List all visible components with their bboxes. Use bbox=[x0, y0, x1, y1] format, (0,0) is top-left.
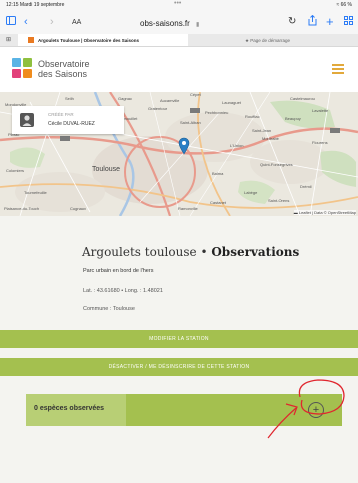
station-description: Parc urbain en bord de l'hers bbox=[83, 268, 154, 274]
edit-station-button[interactable]: MODIFIER LA STATION bbox=[0, 330, 358, 348]
map-label-seilh: Seilh bbox=[65, 96, 74, 101]
map-label-plaisance: Plaisance-du-Touch bbox=[4, 206, 39, 211]
tab-bar: ⊞ Argoulets Toulouse | Observatoire des … bbox=[0, 34, 358, 47]
map-label-gagnac: Gagnac bbox=[118, 96, 132, 101]
map-label-saint-jean: Saint-Jean bbox=[252, 128, 271, 133]
add-species-button[interactable]: + bbox=[308, 402, 324, 418]
map-label-castelmaurou: Castelmaurou bbox=[290, 96, 315, 101]
title-suffix: Observations bbox=[211, 245, 300, 259]
logo-line2: des Saisons bbox=[38, 69, 88, 79]
map-label-pechbonnieu: Pechbonnieu bbox=[205, 110, 228, 115]
map-label-cepet: Cépet bbox=[190, 92, 202, 97]
map-label-rouffiac: Rouffiac bbox=[245, 114, 260, 119]
map-label-castanet: Castanet bbox=[210, 200, 227, 205]
page-title: Argoulets toulouse • Observations bbox=[82, 245, 299, 259]
map-label-balma: Balma bbox=[212, 171, 224, 176]
logo-line1: Observatoire bbox=[38, 59, 90, 69]
map-label-toulouse: Toulouse bbox=[92, 166, 120, 173]
map-label-flourens: Flourens bbox=[312, 140, 328, 145]
map-label-labege: Labège bbox=[244, 190, 258, 195]
station-commune: Commune : Toulouse bbox=[83, 306, 135, 312]
hamburger-menu-icon[interactable] bbox=[332, 64, 344, 76]
map-label-lavalette: Lavalette bbox=[312, 108, 329, 113]
map-label-beaupuy: Beaupuy bbox=[285, 116, 301, 121]
species-panel: 0 espèces observées + bbox=[26, 394, 342, 426]
map-label-quint: Quint-Fonsegrives bbox=[260, 162, 293, 167]
new-tab-icon[interactable]: + bbox=[326, 15, 334, 29]
map-label-ramonville: Ramonville bbox=[178, 206, 199, 211]
map-label-lunion: L'Union bbox=[230, 143, 243, 148]
battery-indicator: ≈ 66 % bbox=[336, 2, 352, 8]
creator-name: Cécile DUVAL-RUEZ bbox=[48, 121, 95, 127]
deactivate-station-button[interactable]: DÉSACTIVER / ME DÉSINSCRIRE DE CETTE STA… bbox=[0, 358, 358, 376]
sidebar-icon[interactable] bbox=[6, 15, 16, 29]
user-avatar-icon bbox=[20, 113, 34, 127]
tab-overview-icon[interactable] bbox=[344, 15, 353, 29]
map-label-launaguet: Launaguet bbox=[222, 100, 242, 105]
station-coordinates: Lat. : 43.61680 • Long. : 1.48021 bbox=[83, 288, 163, 294]
map-label-montrabe: Montrabé bbox=[262, 136, 280, 141]
site-favicon-icon bbox=[28, 37, 34, 43]
tab-title: Argoulets Toulouse | Observatoire des Sa… bbox=[38, 37, 139, 43]
back-icon[interactable]: ‹ bbox=[24, 15, 28, 29]
tab-group-icon[interactable]: ⊞ bbox=[6, 36, 11, 43]
status-time: 12:15 Mardi 19 septembre bbox=[6, 2, 65, 8]
species-count-box: 0 espèces observées bbox=[26, 394, 126, 426]
station-name: Argoulets toulouse bbox=[82, 245, 197, 259]
map-label-saint-alban: Saint-Alban bbox=[180, 120, 201, 125]
tab-start-page[interactable]: ★ Page de démarrage bbox=[245, 38, 290, 44]
map-label-aucamville: Aucamville bbox=[160, 98, 180, 103]
status-dots: ••• bbox=[174, 0, 182, 7]
tab-argoulets[interactable]: Argoulets Toulouse | Observatoire des Sa… bbox=[18, 34, 188, 46]
site-logo-icon[interactable] bbox=[12, 58, 32, 78]
station-marker-icon[interactable] bbox=[178, 137, 190, 155]
status-bar: 12:15 Mardi 19 septembre ••• ≈ 66 % bbox=[0, 0, 358, 12]
reload-icon[interactable]: ↻ bbox=[288, 15, 296, 29]
map-label-saint-orens: Saint-Orens bbox=[268, 198, 289, 203]
address-bar[interactable]: obs-saisons.fr bbox=[140, 19, 190, 28]
map-label-cugnaux: Cugnaux bbox=[70, 206, 86, 211]
creator-label: CRÉÉE PAR bbox=[48, 112, 74, 117]
map-label-dremil: Drémil bbox=[300, 184, 312, 189]
forward-icon[interactable]: › bbox=[50, 15, 54, 29]
map-attribution[interactable]: ▬ Leaflet | Data © OpenStreetMap bbox=[293, 210, 356, 215]
title-separator: • bbox=[200, 245, 208, 259]
map-label-colomiers: Colomiers bbox=[6, 168, 24, 173]
creator-card: CRÉÉE PAR Cécile DUVAL-RUEZ bbox=[12, 106, 124, 134]
text-size-button[interactable]: AA bbox=[72, 19, 81, 26]
share-icon[interactable] bbox=[308, 14, 317, 30]
site-logo-text[interactable]: Observatoire des Saisons bbox=[38, 59, 90, 79]
station-map[interactable]: Toulouse Balma Launaguet Lavalette Beaup… bbox=[0, 92, 358, 216]
map-label-gratentour: Gratentour bbox=[148, 106, 168, 111]
station-content: Argoulets toulouse • Observations Parc u… bbox=[0, 216, 358, 483]
map-label-tournefeuille: Tournefeuille bbox=[24, 190, 47, 195]
species-count-label: 0 espèces observées bbox=[34, 405, 105, 412]
browser-toolbar: ‹ › AA obs-saisons.fr ▮ ↻ + bbox=[0, 12, 358, 34]
site-header: Observatoire des Saisons bbox=[0, 47, 358, 92]
lock-icon: ▮ bbox=[196, 22, 200, 28]
